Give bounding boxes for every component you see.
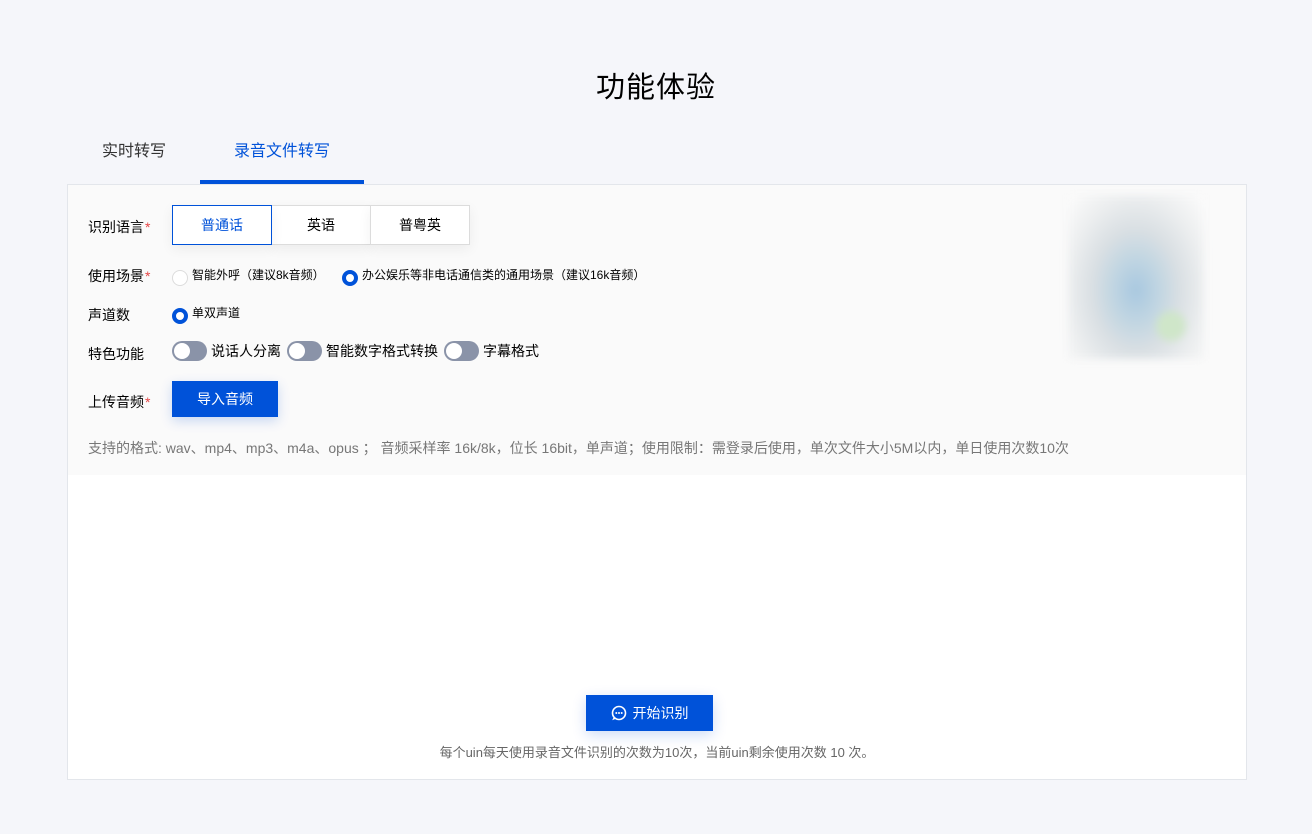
chat-bubble-icon	[611, 705, 626, 721]
required-mark: *	[145, 394, 151, 410]
transcription-panel: 识别语言* 普通话 英语 普粤英 使用场景* 智能外呼（建议8k音频） 办公娱乐…	[67, 184, 1247, 780]
channels-option-mono-stereo[interactable]: 单双声道	[172, 304, 241, 324]
scene-option-general[interactable]: 办公娱乐等非电话通信类的通用场景（建议16k音频）	[342, 266, 646, 286]
tab-realtime-transcription[interactable]: 实时转写	[68, 126, 200, 184]
start-recognition-label: 开始识别	[632, 705, 689, 721]
format-hint: 支持的格式: wav、mp4、mp3、m4a、opus ； 音频采样率 16k/…	[88, 440, 1069, 456]
language-option-mandarin[interactable]: 普通话	[172, 205, 272, 245]
page-title: 功能体验	[595, 72, 716, 104]
upload-label-text: 上传音频	[88, 394, 144, 410]
required-mark: *	[145, 219, 151, 235]
tab-bar: 实时转写 录音文件转写	[68, 126, 365, 184]
switch-knob	[446, 343, 462, 359]
config-section: 识别语言* 普通话 英语 普粤英 使用场景* 智能外呼（建议8k音频） 办公娱乐…	[68, 185, 1246, 475]
switch-subtitle-format[interactable]: 字幕格式	[444, 341, 539, 361]
radio-checked[interactable]	[172, 307, 188, 324]
tab-audio-file-transcription[interactable]: 录音文件转写	[200, 126, 365, 184]
language-option-english[interactable]: 英语	[271, 205, 371, 245]
switch-label: 字幕格式	[483, 343, 539, 359]
scene-option-outbound-call-label: 智能外呼（建议8k音频）	[192, 268, 325, 282]
switch-label: 说话人分离	[211, 343, 281, 359]
language-option-mandarin-cantonese-english[interactable]: 普粤英	[370, 205, 470, 245]
features-switch-row: 说话人分离 智能数字格式转换 字幕格式	[172, 341, 545, 361]
scene-option-general-label: 办公娱乐等非电话通信类的通用场景（建议16k音频）	[362, 268, 646, 282]
language-label: 识别语言*	[88, 217, 150, 237]
scene-label: 使用场景*	[88, 266, 150, 286]
blurred-thumbnail	[1068, 195, 1204, 359]
channels-label: 声道数	[88, 307, 130, 323]
features-label: 特色功能	[88, 346, 144, 362]
upload-label: 上传音频*	[88, 392, 150, 412]
radio-unchecked[interactable]	[172, 269, 188, 286]
channels-option-label: 单双声道	[192, 306, 241, 320]
start-recognition-button[interactable]: 开始识别	[586, 695, 713, 731]
radio-checked[interactable]	[342, 269, 358, 286]
import-audio-button[interactable]: 导入音频	[172, 381, 278, 417]
required-mark: *	[145, 268, 151, 284]
switch-label: 智能数字格式转换	[326, 343, 438, 359]
usage-hint: 每个uin每天使用录音文件识别的次数为10次，当前uin剩余使用次数 10 次。	[439, 745, 875, 760]
thumbnail-blob	[1156, 311, 1186, 341]
language-button-group: 普通话 英语 普粤英	[172, 205, 470, 245]
toggle-switch[interactable]	[172, 341, 207, 361]
switch-knob	[174, 343, 190, 359]
language-label-text: 识别语言	[88, 219, 144, 235]
toggle-switch[interactable]	[287, 341, 322, 361]
switch-number-format-conversion[interactable]: 智能数字格式转换	[287, 341, 438, 361]
switch-knob	[289, 343, 305, 359]
toggle-switch[interactable]	[444, 341, 479, 361]
scene-option-outbound-call[interactable]: 智能外呼（建议8k音频）	[172, 266, 325, 286]
switch-speaker-diarization[interactable]: 说话人分离	[172, 341, 281, 361]
scene-label-text: 使用场景	[88, 268, 144, 284]
